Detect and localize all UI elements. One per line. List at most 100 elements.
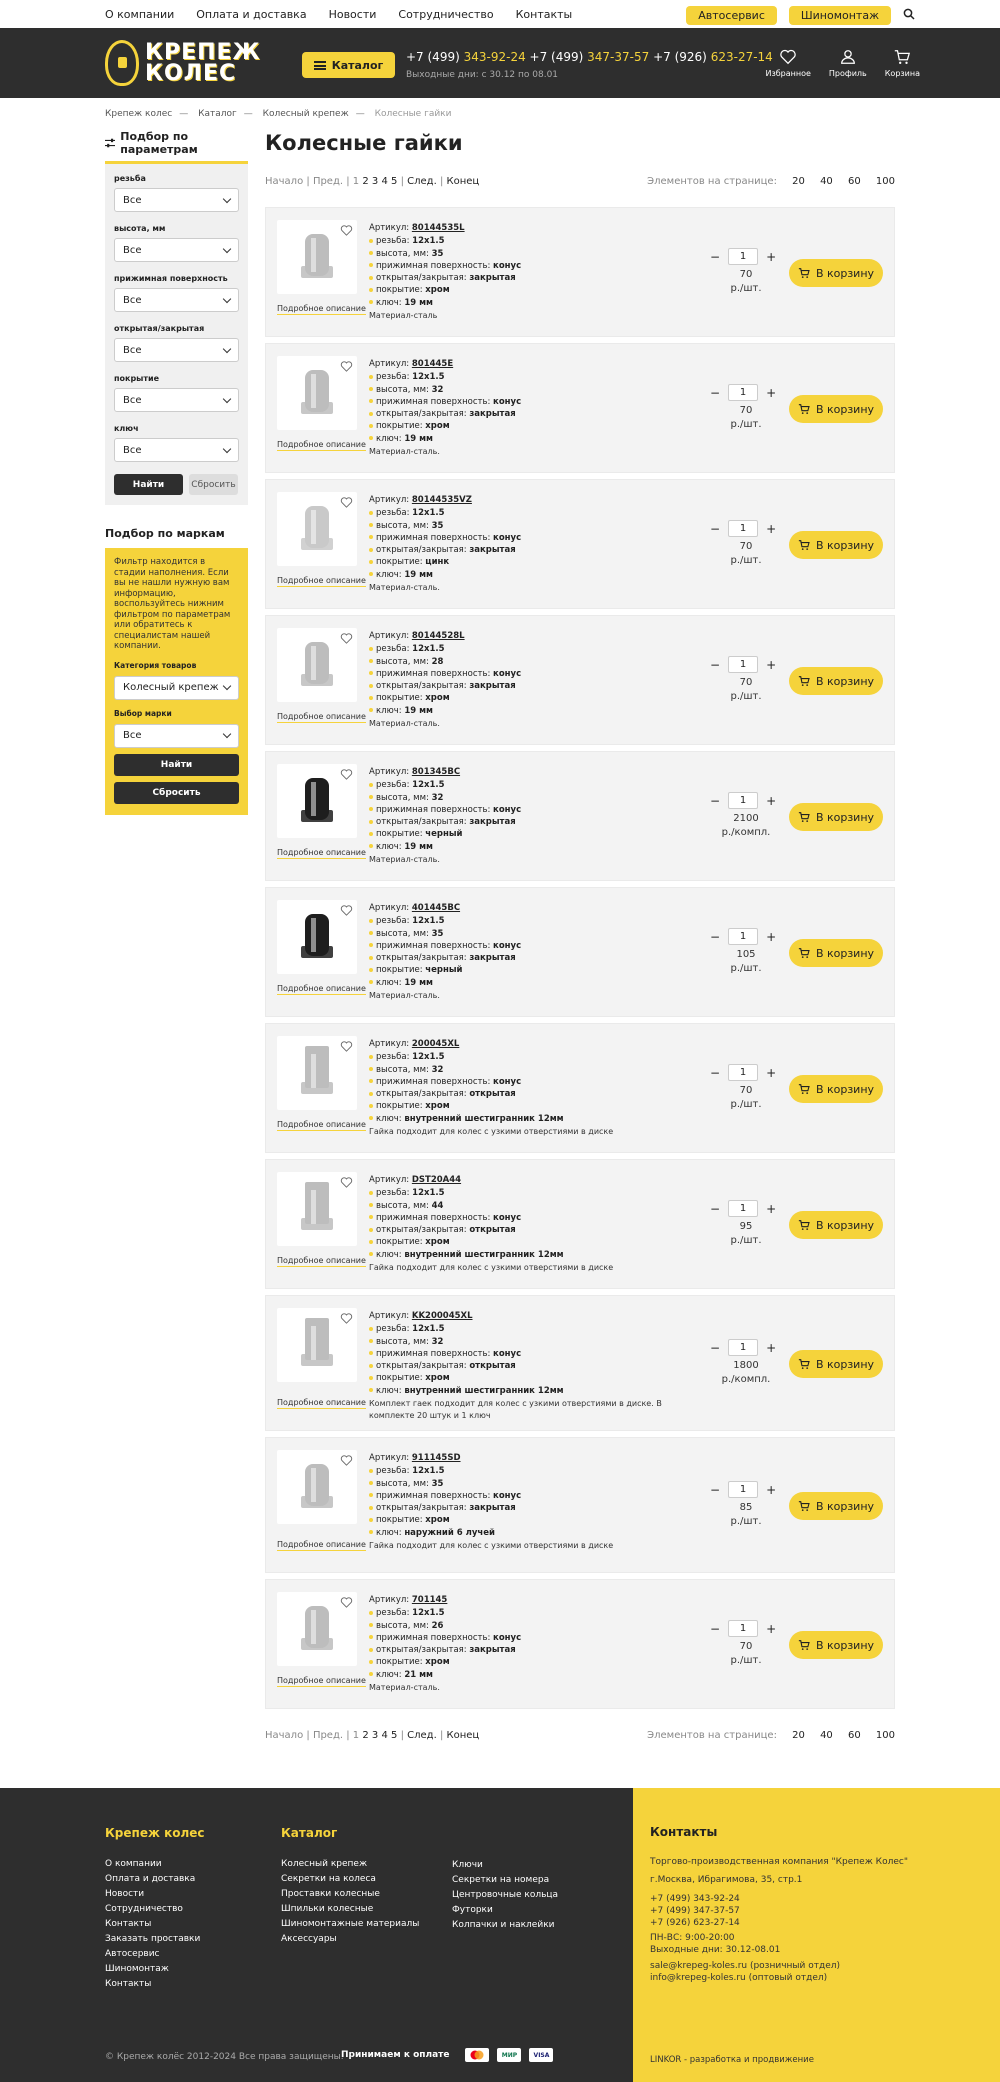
per-page-60[interactable]: 60 — [848, 176, 861, 187]
page-4[interactable]: 4 — [381, 176, 387, 187]
page-prev[interactable]: Пред. — [313, 1730, 343, 1741]
per-page-40[interactable]: 40 — [820, 176, 833, 187]
increase-button[interactable]: + — [766, 1341, 776, 1355]
thread-select[interactable]: Все — [114, 188, 239, 212]
breadcrumb-home[interactable]: Крепеж колес — [105, 109, 172, 119]
open-closed-select[interactable]: Все — [114, 338, 239, 362]
favorite-heart-icon[interactable] — [340, 1454, 353, 1467]
footer-link[interactable]: Аксессуары — [281, 1932, 419, 1947]
footer-link[interactable]: Секретки на номера — [452, 1873, 558, 1888]
footer-link[interactable]: Шпильки колесные — [281, 1902, 419, 1917]
footer-link[interactable]: Секретки на колеса — [281, 1872, 419, 1887]
footer-link[interactable]: Шиномонтаж — [105, 1962, 205, 1977]
page-2[interactable]: 2 — [362, 176, 368, 187]
product-details-link[interactable]: Подробное описание — [277, 848, 366, 859]
nav-contacts[interactable]: Контакты — [516, 8, 573, 21]
page-3[interactable]: 3 — [372, 1730, 378, 1741]
page-5[interactable]: 5 — [391, 176, 397, 187]
article-link[interactable]: DST20A44 — [412, 1175, 461, 1185]
footer-link[interactable]: Колпачки и наклейки — [452, 1918, 558, 1933]
add-to-cart-button[interactable]: В корзину — [789, 667, 883, 695]
add-to-cart-button[interactable]: В корзину — [789, 259, 883, 287]
favorite-heart-icon[interactable] — [340, 1596, 353, 1609]
filter-reset-button[interactable]: Сбросить — [189, 474, 238, 495]
per-page-40[interactable]: 40 — [820, 1730, 833, 1741]
product-image[interactable] — [277, 1308, 357, 1382]
phone-number[interactable]: 347-37-57 — [587, 50, 649, 64]
page-last[interactable]: Конец — [447, 1730, 480, 1741]
per-page-20[interactable]: 20 — [792, 176, 805, 187]
article-link[interactable]: KK200045XL — [412, 1311, 473, 1321]
product-image[interactable] — [277, 1172, 357, 1246]
increase-button[interactable]: + — [766, 658, 776, 672]
article-link[interactable]: 911145SD — [412, 1453, 461, 1463]
quantity-input[interactable]: 1 — [728, 792, 759, 809]
decrease-button[interactable]: − — [710, 1202, 720, 1216]
decrease-button[interactable]: − — [710, 1622, 720, 1636]
decrease-button[interactable]: − — [710, 1341, 720, 1355]
phone-number[interactable]: 623-27-14 — [711, 50, 773, 64]
increase-button[interactable]: + — [766, 522, 776, 536]
product-image[interactable] — [277, 1592, 357, 1666]
favorite-heart-icon[interactable] — [340, 768, 353, 781]
decrease-button[interactable]: − — [710, 522, 720, 536]
product-image[interactable] — [277, 900, 357, 974]
filter-find-button[interactable]: Найти — [114, 474, 183, 495]
page-3[interactable]: 3 — [372, 176, 378, 187]
product-image[interactable] — [277, 1036, 357, 1110]
footer-link[interactable]: Сотрудничество — [105, 1902, 205, 1917]
article-link[interactable]: 80144528L — [412, 631, 465, 641]
add-to-cart-button[interactable]: В корзину — [789, 531, 883, 559]
key-select[interactable]: Все — [114, 438, 239, 462]
nav-news[interactable]: Новости — [329, 8, 377, 21]
article-link[interactable]: 401445BC — [412, 903, 460, 913]
quantity-input[interactable]: 1 — [728, 1620, 759, 1637]
product-image[interactable] — [277, 1450, 357, 1524]
favorite-heart-icon[interactable] — [340, 904, 353, 917]
search-icon[interactable] — [903, 8, 915, 23]
product-details-link[interactable]: Подробное описание — [277, 1256, 366, 1267]
product-details-link[interactable]: Подробное описание — [277, 1120, 366, 1131]
quantity-input[interactable]: 1 — [728, 1339, 759, 1356]
page-1[interactable]: 1 — [353, 176, 359, 187]
article-link[interactable]: 801445E — [412, 359, 453, 369]
favorite-heart-icon[interactable] — [340, 1312, 353, 1325]
footer-phone[interactable]: +7 (499) 347-37-57 — [650, 1905, 908, 1917]
increase-button[interactable]: + — [766, 386, 776, 400]
per-page-100[interactable]: 100 — [876, 1730, 895, 1741]
product-details-link[interactable]: Подробное описание — [277, 984, 366, 995]
quantity-input[interactable]: 1 — [728, 1481, 759, 1498]
quantity-input[interactable]: 1 — [728, 384, 759, 401]
increase-button[interactable]: + — [766, 1066, 776, 1080]
favorite-heart-icon[interactable] — [340, 360, 353, 373]
add-to-cart-button[interactable]: В корзину — [789, 1492, 883, 1520]
per-page-60[interactable]: 60 — [848, 1730, 861, 1741]
nav-about[interactable]: О компании — [105, 8, 174, 21]
product-details-link[interactable]: Подробное описание — [277, 440, 366, 451]
product-details-link[interactable]: Подробное описание — [277, 304, 366, 315]
breadcrumb-fasteners[interactable]: Колесный крепеж — [263, 109, 349, 119]
footer-phone[interactable]: +7 (926) 623-27-14 — [650, 1917, 908, 1929]
brand-find-button[interactable]: Найти — [114, 753, 239, 776]
increase-button[interactable]: + — [766, 794, 776, 808]
product-details-link[interactable]: Подробное описание — [277, 1398, 366, 1409]
page-5[interactable]: 5 — [391, 1730, 397, 1741]
favorite-heart-icon[interactable] — [340, 224, 353, 237]
page-first[interactable]: Начало — [265, 176, 303, 187]
footer-link[interactable]: Новости — [105, 1887, 205, 1902]
decrease-button[interactable]: − — [710, 930, 720, 944]
add-to-cart-button[interactable]: В корзину — [789, 803, 883, 831]
footer-phone[interactable]: +7 (499) 343-92-24 — [650, 1893, 908, 1905]
footer-link[interactable]: Шиномонтажные материалы — [281, 1917, 419, 1932]
seat-select[interactable]: Все — [114, 288, 239, 312]
product-details-link[interactable]: Подробное описание — [277, 1676, 366, 1687]
decrease-button[interactable]: − — [710, 1066, 720, 1080]
phone-number[interactable]: 343-92-24 — [464, 50, 526, 64]
add-to-cart-button[interactable]: В корзину — [789, 1350, 883, 1378]
article-link[interactable]: 80144535VZ — [412, 495, 472, 505]
favorite-heart-icon[interactable] — [340, 1176, 353, 1189]
footer-link[interactable]: Контакты — [105, 1977, 205, 1992]
footer-link[interactable]: Ключи — [452, 1858, 558, 1873]
product-image[interactable] — [277, 356, 357, 430]
tire-service-button[interactable]: Шиномонтаж — [788, 6, 891, 25]
